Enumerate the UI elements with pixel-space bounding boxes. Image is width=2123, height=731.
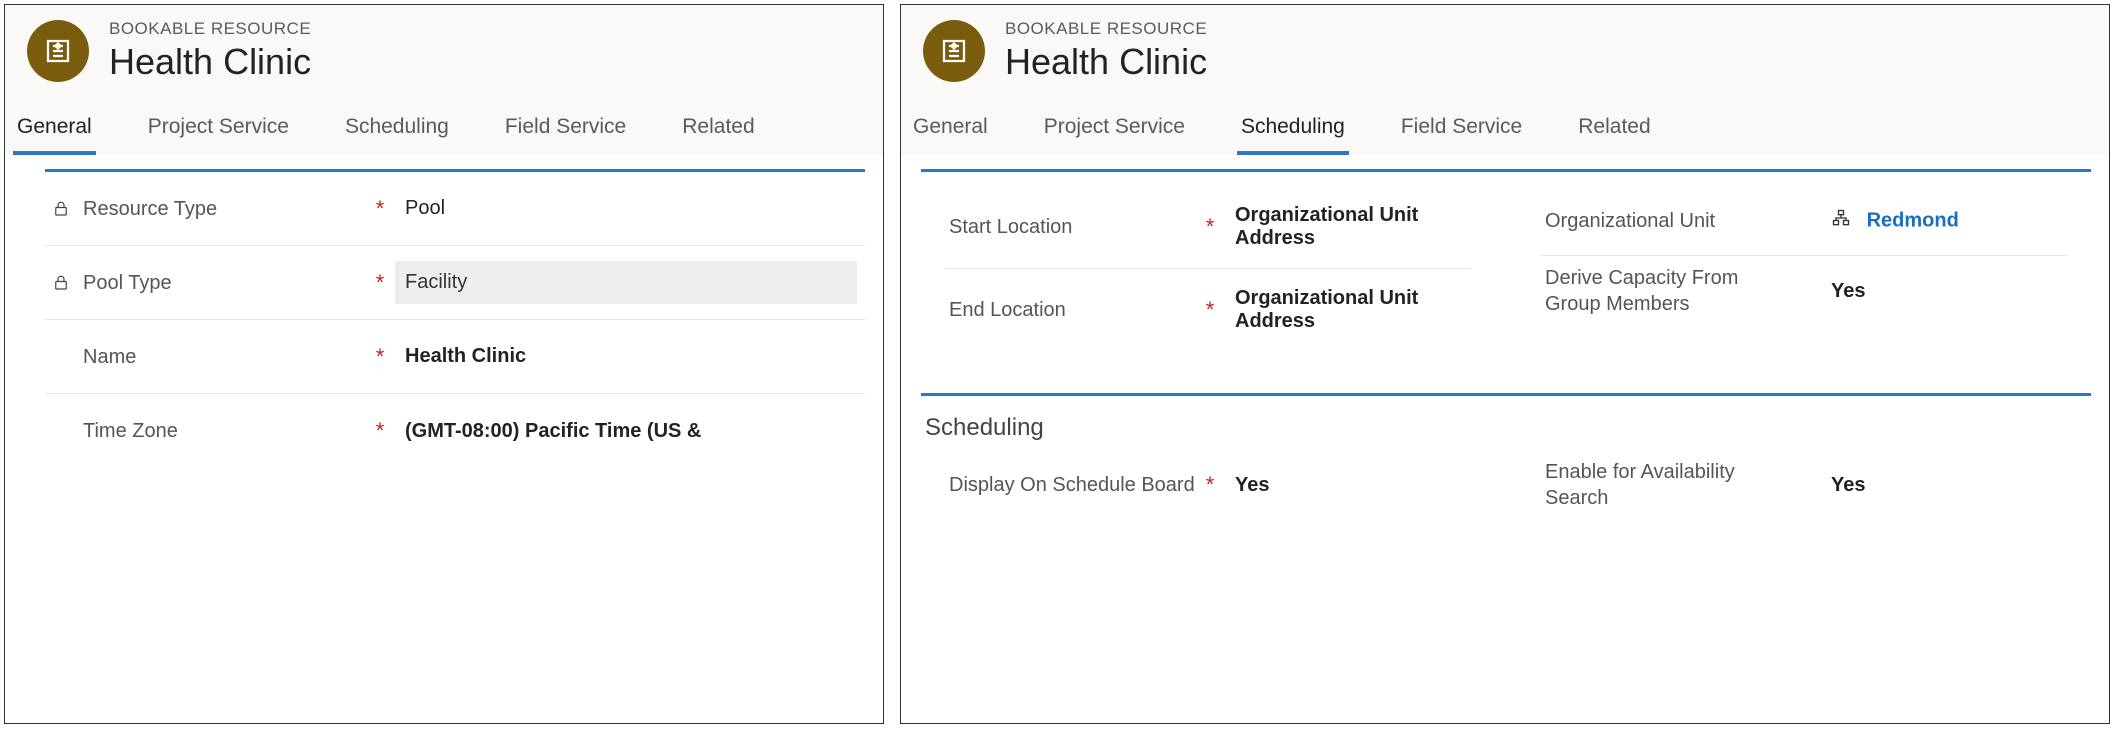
required-mark: * — [365, 196, 395, 222]
start-location-value[interactable]: Organizational Unit Address — [1225, 194, 1463, 260]
tab-general[interactable]: General — [13, 105, 96, 155]
derive-capacity-value[interactable]: Yes — [1821, 270, 2059, 313]
required-mark: * — [365, 418, 395, 444]
field-label: Pool Type — [83, 270, 172, 296]
tab-related[interactable]: Related — [1574, 105, 1654, 155]
record-title: Health Clinic — [1005, 41, 1207, 83]
org-unit-value[interactable]: Redmond — [1821, 198, 2059, 244]
name-value[interactable]: Health Clinic — [395, 335, 857, 378]
tab-project-service[interactable]: Project Service — [1040, 105, 1189, 155]
org-unit-link[interactable]: Redmond — [1867, 209, 1959, 231]
field-resource-type: Resource Type * Pool — [45, 172, 865, 246]
tab-bar: General Project Service Scheduling Field… — [5, 101, 883, 155]
field-label: Time Zone — [83, 418, 178, 444]
record-header: BOOKABLE RESOURCE Health Clinic — [901, 5, 2109, 101]
scheduling-settings-section: Scheduling Display On Schedule Board * Y… — [921, 393, 2091, 534]
required-mark: * — [365, 270, 395, 296]
field-label: Enable for Availability Search — [1545, 459, 1791, 511]
required-mark: * — [1195, 214, 1225, 240]
required-mark: * — [1195, 472, 1225, 498]
resource-type-value[interactable]: Pool — [395, 187, 857, 230]
tab-general[interactable]: General — [909, 105, 992, 155]
tab-scheduling[interactable]: Scheduling — [1237, 105, 1349, 155]
record-header-text: BOOKABLE RESOURCE Health Clinic — [109, 19, 311, 83]
end-location-value[interactable]: Organizational Unit Address — [1225, 277, 1463, 343]
tab-field-service[interactable]: Field Service — [1397, 105, 1526, 155]
panel-general: BOOKABLE RESOURCE Health Clinic General … — [4, 4, 884, 724]
field-pool-type: Pool Type * Facility — [45, 246, 865, 320]
enable-avail-value[interactable]: Yes — [1821, 464, 2059, 507]
record-entity-label: BOOKABLE RESOURCE — [1005, 19, 1207, 39]
tab-project-service[interactable]: Project Service — [144, 105, 293, 155]
field-end-location: End Location * Organizational Unit Addre… — [945, 269, 1471, 351]
field-label: Derive Capacity From Group Members — [1545, 265, 1791, 317]
time-zone-value[interactable]: (GMT-08:00) Pacific Time (US & — [395, 410, 857, 453]
field-derive-capacity: Derive Capacity From Group Members Yes — [1541, 256, 2067, 326]
tab-field-service[interactable]: Field Service — [501, 105, 630, 155]
record-header-text: BOOKABLE RESOURCE Health Clinic — [1005, 19, 1207, 83]
field-time-zone: Time Zone * (GMT-08:00) Pacific Time (US… — [45, 394, 865, 468]
field-enable-availability-search: Enable for Availability Search Yes — [1541, 450, 2067, 520]
lock-icon — [49, 274, 73, 292]
field-label: Organizational Unit — [1545, 208, 1715, 234]
record-title: Health Clinic — [109, 41, 311, 83]
pool-type-value[interactable]: Facility — [395, 261, 857, 304]
field-label: Name — [83, 344, 136, 370]
display-on-board-value[interactable]: Yes — [1225, 464, 1463, 507]
section-heading: Scheduling — [921, 396, 2091, 450]
record-icon — [27, 20, 89, 82]
scheduling-locations-section: Start Location * Organizational Unit Add… — [921, 169, 2091, 365]
tab-bar: General Project Service Scheduling Field… — [901, 101, 2109, 155]
lock-icon — [49, 200, 73, 218]
required-mark: * — [365, 344, 395, 370]
field-label: Display On Schedule Board — [949, 472, 1195, 498]
record-icon — [923, 20, 985, 82]
field-label: End Location — [949, 297, 1066, 323]
record-header: BOOKABLE RESOURCE Health Clinic — [5, 5, 883, 101]
tab-scheduling[interactable]: Scheduling — [341, 105, 453, 155]
field-name: Name * Health Clinic — [45, 320, 865, 394]
panel-scheduling: BOOKABLE RESOURCE Health Clinic General … — [900, 4, 2110, 724]
general-section: Resource Type * Pool Pool Type * Facilit… — [45, 169, 865, 468]
field-label: Resource Type — [83, 196, 217, 222]
record-entity-label: BOOKABLE RESOURCE — [109, 19, 311, 39]
org-tree-icon — [1831, 208, 1851, 234]
required-mark: * — [1195, 297, 1225, 323]
field-display-on-schedule-board: Display On Schedule Board * Yes — [945, 450, 1471, 520]
field-start-location: Start Location * Organizational Unit Add… — [945, 186, 1471, 269]
tab-related[interactable]: Related — [678, 105, 758, 155]
field-label: Start Location — [949, 214, 1072, 240]
field-org-unit: Organizational Unit Redmond — [1541, 186, 2067, 256]
